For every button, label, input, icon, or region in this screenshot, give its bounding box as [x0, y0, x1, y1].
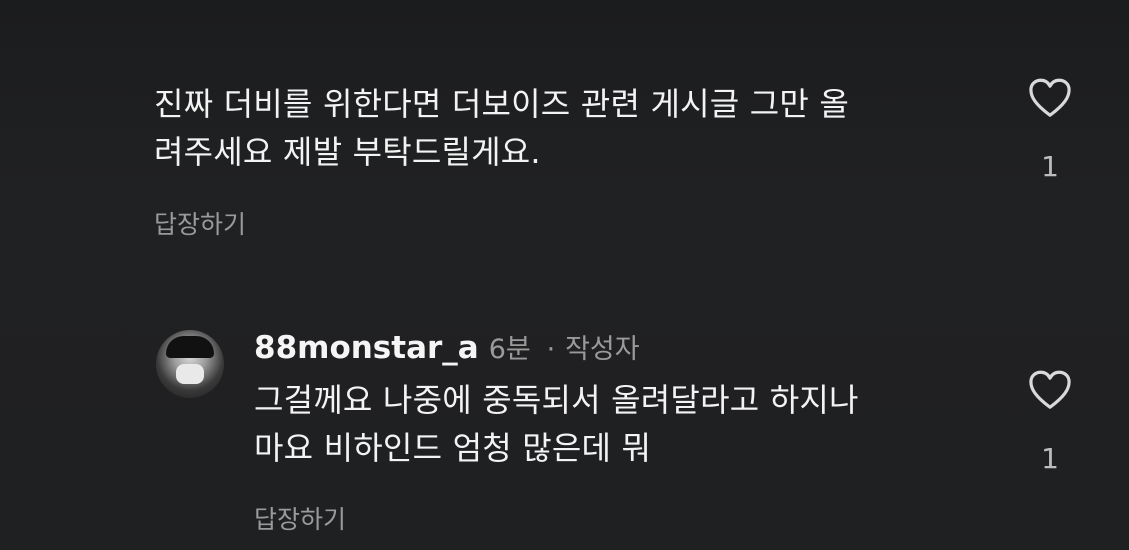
reply-line: 그걸께요 나중에 중독되서 올려달라고 하지나	[254, 381, 859, 419]
username[interactable]: 88monstar_a	[254, 330, 479, 366]
reply-header: 88monstar_a 6분 · 작성자	[254, 326, 640, 372]
avatar-cap-shape	[166, 336, 214, 358]
avatar[interactable]	[156, 330, 224, 398]
heart-icon[interactable]	[1028, 78, 1072, 118]
avatar-mask-shape	[176, 364, 204, 384]
timestamp: 6분	[488, 334, 531, 365]
like-control: 1	[1025, 78, 1075, 183]
heart-icon[interactable]	[1028, 370, 1072, 410]
reply-line: 마요 비하인드 엄청 많은데 뭐	[254, 429, 652, 467]
like-control: 1	[1025, 370, 1075, 475]
comment-line: 려주세요 제발 부탁드릴게요.	[154, 133, 541, 171]
reply-body: 그걸께요 나중에 중독되서 올려달라고 하지나 마요 비하인드 엄청 많은데 뭐	[254, 376, 859, 472]
like-count: 1	[1041, 442, 1059, 475]
author-badge: 작성자	[565, 334, 640, 365]
comment-line: 진짜 더비를 위한다면 더보이즈 관련 게시글 그만 올	[154, 85, 850, 123]
meta-separator: ·	[546, 334, 556, 365]
reply-button[interactable]: 답장하기	[154, 205, 246, 241]
reply-button[interactable]: 답장하기	[254, 500, 346, 536]
comment-body: 진짜 더비를 위한다면 더보이즈 관련 게시글 그만 올 려주세요 제발 부탁드…	[154, 80, 849, 176]
like-count: 1	[1041, 150, 1059, 183]
comment-thread: 진짜 더비를 위한다면 더보이즈 관련 게시글 그만 올 려주세요 제발 부탁드…	[0, 0, 1129, 550]
